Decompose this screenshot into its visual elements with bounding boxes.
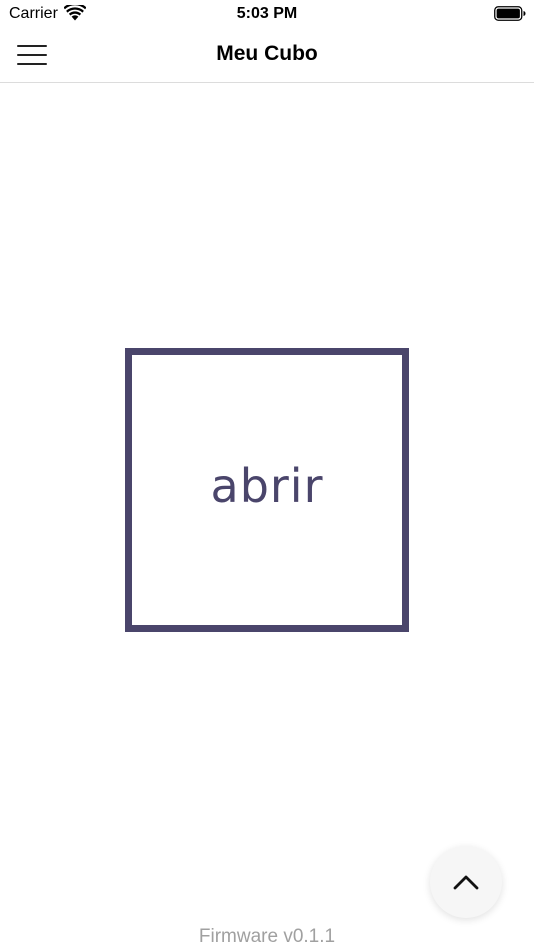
chevron-up-icon	[453, 875, 479, 890]
page-title: Meu Cubo	[216, 42, 318, 65]
status-time: 5:03 PM	[236, 5, 298, 22]
scroll-up-button[interactable]	[430, 846, 502, 918]
battery-icon	[494, 6, 526, 21]
open-cube-button[interactable]: abrir	[125, 348, 409, 632]
status-bar: Carrier 5:03 PM	[0, 0, 534, 28]
open-label: abrir	[210, 459, 324, 513]
navigation-bar: Meu Cubo	[0, 28, 534, 83]
app-screen: Carrier 5:03 PM Meu Cubo abrir Firmware …	[0, 0, 534, 950]
firmware-version: Firmware v0.1.1	[198, 926, 336, 947]
